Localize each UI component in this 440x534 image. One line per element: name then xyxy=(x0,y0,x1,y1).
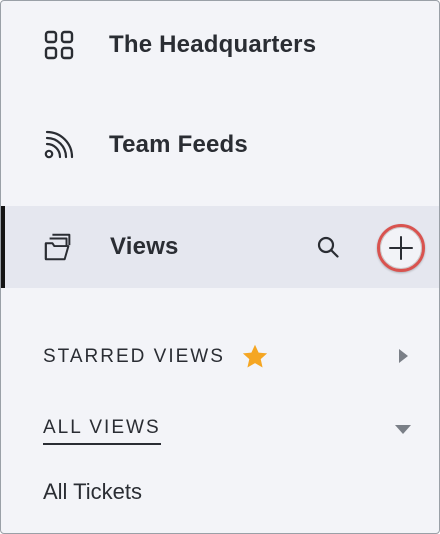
all-views-section[interactable]: ALL VIEWS xyxy=(1,411,439,447)
nav-label-headquarters: The Headquarters xyxy=(109,31,317,58)
nav-item-views[interactable]: Views xyxy=(1,206,439,288)
nav-item-headquarters[interactable]: The Headquarters xyxy=(1,3,439,87)
nav-label-views: Views xyxy=(110,233,179,260)
starred-views-section[interactable]: STARRED VIEWS xyxy=(1,339,439,375)
nav-item-team-feeds[interactable]: Team Feeds xyxy=(1,103,439,187)
add-view-button[interactable] xyxy=(377,224,425,272)
folders-icon xyxy=(43,231,75,263)
nav-label-team-feeds: Team Feeds xyxy=(109,131,248,158)
all-views-label: ALL VIEWS xyxy=(43,417,161,445)
rss-feed-icon xyxy=(43,129,75,161)
plus-icon xyxy=(389,236,413,260)
collapse-chevron-down-icon[interactable] xyxy=(395,425,411,434)
starred-views-label: STARRED VIEWS xyxy=(43,346,225,367)
view-item-all-tickets[interactable]: All Tickets xyxy=(43,479,142,505)
search-icon xyxy=(317,236,339,258)
sidebar-panel: The Headquarters Team Feeds Views STARRE… xyxy=(0,0,440,534)
views-search-button[interactable] xyxy=(312,231,344,263)
star-icon xyxy=(242,344,268,368)
expand-chevron-right-icon[interactable] xyxy=(399,349,408,363)
grid-icon xyxy=(43,29,75,61)
